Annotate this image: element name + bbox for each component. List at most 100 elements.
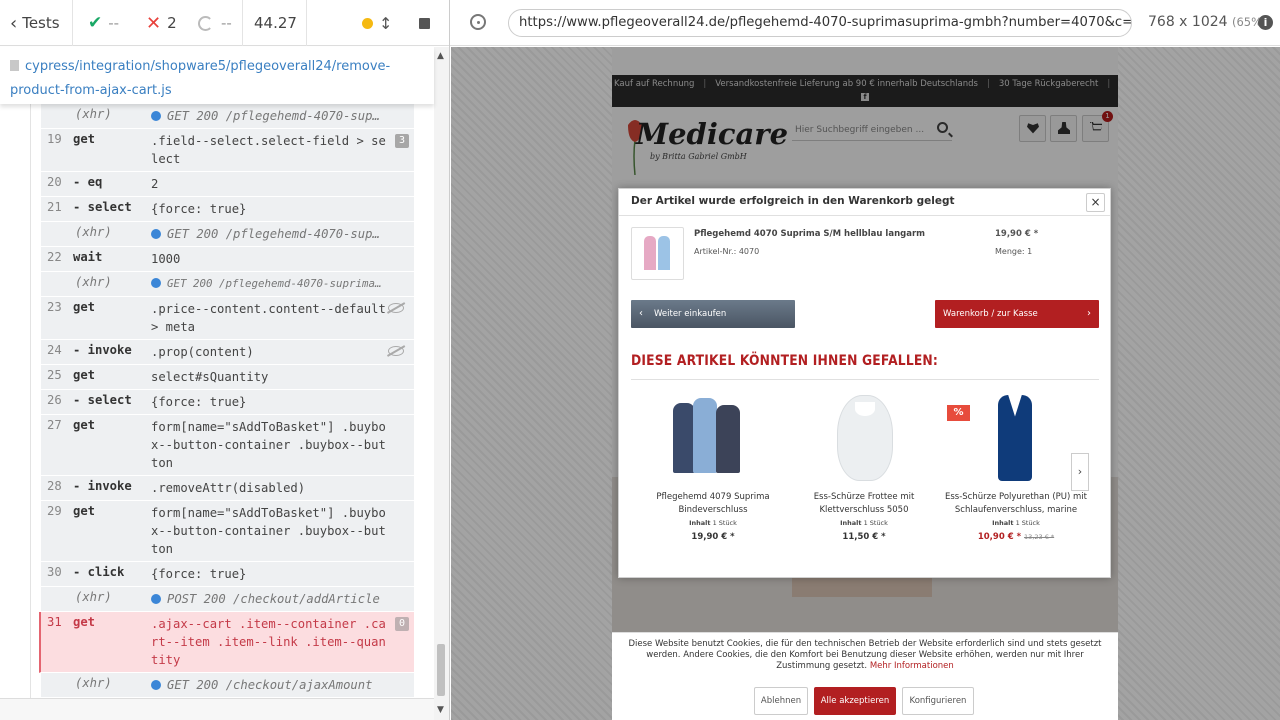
command-row[interactable]: 29 get form[name="sAddToBasket"] .buybox--… xyxy=(41,501,414,562)
command-number: 25 xyxy=(47,368,62,382)
viewport-info: 768 x 1024 (65%) xyxy=(1148,14,1267,30)
command-message: select#sQuantity xyxy=(151,370,269,384)
command-number: 31 xyxy=(47,615,62,629)
selector-playground-icon[interactable] xyxy=(470,14,486,30)
command-list: (xhr) GET 200 /pflegehemd-4070-suprim… 19 g… xyxy=(39,104,414,698)
command-row[interactable]: 30 - click {force: true} xyxy=(41,562,414,587)
command-message: 1000 xyxy=(151,252,181,266)
element-count-badge: 3 xyxy=(395,134,409,148)
command-message: form[name="sAddToBasket"] .buybox--butto… xyxy=(151,420,386,470)
recommendation-item[interactable]: Ess-Schürze Frottee mit Klettverschluss … xyxy=(789,393,939,542)
xhr-row[interactable]: (xhr) GET 200 /checkout/ajaxAmount xyxy=(41,673,414,698)
command-message: form[name="sAddToBasket"] .buybox--butto… xyxy=(151,506,386,556)
command-message: .price--content.content--default > meta xyxy=(151,302,386,334)
eye-slash-icon xyxy=(388,346,404,356)
xhr-row[interactable]: (xhr) POST 200 /checkout/addArticle xyxy=(41,587,414,612)
command-name: get xyxy=(73,615,96,629)
decline-cookies-button[interactable]: Ablehnen xyxy=(754,687,808,715)
xhr-row[interactable]: (xhr) GET 200 /pflegehemd-4070-suprim… xyxy=(41,222,414,247)
command-name: - eq xyxy=(73,175,103,189)
command-name: get xyxy=(73,504,96,518)
command-number: 24 xyxy=(47,343,62,357)
command-name: get xyxy=(73,300,96,314)
command-row[interactable]: 19 get .field--select.select-field > selec… xyxy=(41,129,414,172)
runner-header: ‹ Tests ✔ -- ✕ 2 -- 44.27 ↕ xyxy=(0,0,449,46)
product-thumbnail xyxy=(631,227,684,280)
command-message: .removeAttr(disabled) xyxy=(151,481,306,495)
command-row[interactable]: 24 - invoke .prop(content) xyxy=(41,340,414,365)
spec-file-path[interactable]: cypress/integration/shopware5/pflegeover… xyxy=(0,47,434,104)
product-image[interactable] xyxy=(638,393,788,483)
command-row[interactable]: 23 get .price--content.content--default > … xyxy=(41,297,414,340)
close-modal-button[interactable]: × xyxy=(1086,193,1105,212)
command-row-failed[interactable]: 31 get .ajax--cart .item--container .cart-… xyxy=(39,612,414,673)
command-row[interactable]: 25 get select#sQuantity xyxy=(41,365,414,390)
stop-button[interactable] xyxy=(419,0,430,46)
command-message: GET 200 /pflegehemd-4070-suprim… xyxy=(151,104,414,128)
xhr-row[interactable]: (xhr) GET 200 /pflegehemd-4070-suprimasup… xyxy=(41,272,414,297)
horizontal-scrollbar[interactable] xyxy=(0,698,434,720)
xhr-row[interactable]: (xhr) GET 200 /pflegehemd-4070-suprim… xyxy=(41,104,414,129)
product-price: 19,90 € * xyxy=(995,229,1039,239)
command-message: {force: true} xyxy=(151,202,247,216)
add-to-cart-modal: Der Artikel wurde erfolgreich in den War… xyxy=(618,188,1111,578)
chevron-right-icon: › xyxy=(1077,465,1083,478)
auto-scroll-toggle[interactable]: ↕ xyxy=(362,0,392,46)
command-row[interactable]: 28 - invoke .removeAttr(disabled) xyxy=(41,476,414,501)
continue-shopping-button[interactable]: ‹ Weiter einkaufen xyxy=(631,300,795,328)
command-log-scrollbar[interactable]: ▲ ▼ xyxy=(434,47,449,720)
close-icon: × xyxy=(1090,195,1101,209)
command-name: - click xyxy=(73,565,125,579)
product-sku: Artikel-Nr.: 4070 xyxy=(694,247,760,256)
url-bar[interactable]: https://www.pflegeoverall24.de/pflegehem… xyxy=(508,9,1132,37)
command-row[interactable]: 27 get form[name="sAddToBasket"] .buybox--… xyxy=(41,415,414,476)
command-name: (xhr) xyxy=(75,107,112,121)
command-name: - invoke xyxy=(73,479,132,493)
aut-header: https://www.pflegeoverall24.de/pflegehem… xyxy=(450,0,1280,46)
passed-count: ✔ -- xyxy=(88,13,120,33)
command-message: POST 200 /checkout/addArticle xyxy=(151,587,414,611)
cypress-runner: ‹ Tests ✔ -- ✕ 2 -- 44.27 ↕ cypress/inte… xyxy=(0,0,450,720)
checkout-button[interactable]: Warenkorb / zur Kasse › xyxy=(935,300,1099,328)
chevron-left-icon: ‹ xyxy=(639,308,643,319)
scroll-arrows-icon: ↕ xyxy=(379,13,393,33)
configure-cookies-button[interactable]: Konfigurieren xyxy=(902,687,974,715)
scroll-down-icon[interactable]: ▼ xyxy=(437,705,444,715)
command-number: 28 xyxy=(47,479,62,493)
command-number: 19 xyxy=(47,132,62,146)
more-info-link[interactable]: Mehr Informationen xyxy=(870,661,954,671)
scrollbar-thumb[interactable] xyxy=(437,644,445,696)
chevron-right-icon: › xyxy=(1087,308,1091,319)
sale-badge: % xyxy=(947,405,970,421)
eye-slash-icon xyxy=(388,303,404,313)
product-image[interactable] xyxy=(789,393,939,483)
slider-next-button[interactable]: › xyxy=(1071,453,1089,491)
back-to-tests-button[interactable]: ‹ Tests xyxy=(10,0,60,46)
command-message: {force: true} xyxy=(151,567,247,581)
command-number: 30 xyxy=(47,565,62,579)
command-number: 20 xyxy=(47,175,62,189)
command-row[interactable]: 20 - eq 2 xyxy=(41,172,414,197)
file-icon xyxy=(10,60,19,71)
recommendations-title: DIESE ARTIKEL KÖNNTEN IHNEN GEFALLEN: xyxy=(631,353,939,369)
command-name: get xyxy=(73,418,96,432)
command-name: wait xyxy=(73,250,103,264)
command-name: (xhr) xyxy=(75,590,112,604)
command-message: .field--select.select-field > select xyxy=(151,134,386,166)
scroll-up-icon[interactable]: ▲ xyxy=(437,51,444,61)
command-row[interactable]: 26 - select {force: true} xyxy=(41,390,414,415)
command-name: - select xyxy=(73,200,132,214)
command-row[interactable]: 21 - select {force: true} xyxy=(41,197,414,222)
command-number: 27 xyxy=(47,418,62,432)
info-icon[interactable]: i xyxy=(1258,15,1273,30)
accept-all-cookies-button[interactable]: Alle akzeptieren xyxy=(814,687,896,715)
pending-count: -- xyxy=(198,0,232,46)
command-log[interactable]: (xhr) GET 200 /pflegehemd-4070-suprim… 19 g… xyxy=(0,104,434,698)
command-message: .prop(content) xyxy=(151,345,254,359)
command-name: - select xyxy=(73,393,132,407)
check-icon: ✔ xyxy=(88,13,103,33)
recommendation-item[interactable]: Pflegehemd 4079 Suprima Bindeverschluss … xyxy=(638,393,788,542)
chevron-left-icon: ‹ xyxy=(10,12,18,34)
command-row[interactable]: 22 wait 1000 xyxy=(41,247,414,272)
command-message: GET 200 /pflegehemd-4070-suprimasupri… xyxy=(151,272,414,296)
